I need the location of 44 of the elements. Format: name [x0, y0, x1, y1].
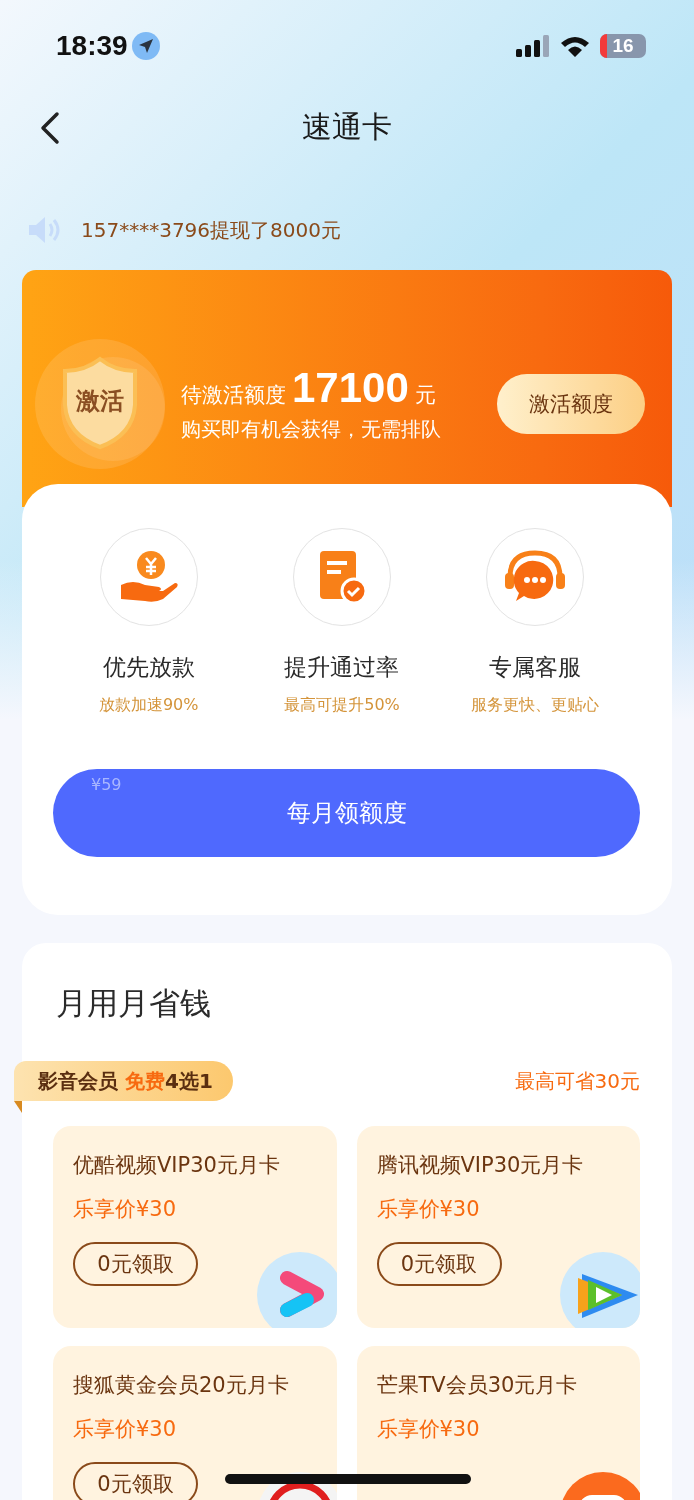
membership-price: 乐享价¥30 [73, 1416, 178, 1443]
ribbon-label: 影音会员 免费4选1 [14, 1061, 233, 1101]
membership-card[interactable]: 优酷视频VIP30元月卡 乐享价¥30 0元领取 [53, 1126, 337, 1328]
status-time: 18:39 [56, 30, 128, 62]
benefit-subtitle: 最高可提升50% [284, 694, 400, 716]
ribbon-fold [14, 1101, 22, 1113]
claim-button[interactable]: 0元领取 [376, 1242, 502, 1286]
claim-button[interactable]: 0元领取 [73, 1242, 198, 1286]
benefit-title: 优先放款 [102, 653, 195, 682]
quota-unit: 元 [414, 382, 436, 409]
monthly-quota-button[interactable]: 每月领额度 ¥59 [53, 769, 640, 857]
play-icon [560, 1252, 640, 1328]
membership-card[interactable]: 芒果TV会员30元月卡 乐享价¥30 [356, 1346, 640, 1500]
promo-subtitle: 购买即有机会获得，无需排队 [181, 416, 442, 443]
signal-icon [516, 35, 550, 57]
play-icon [256, 1252, 337, 1328]
benefit-subtitle: 放款加速90% [98, 694, 199, 716]
benefit-subtitle: 服务更快、更贴心 [471, 694, 600, 716]
membership-name: 优酷视频VIP30元月卡 [73, 1152, 281, 1179]
ticker-text: 157****3796提现了8000元 [81, 216, 341, 244]
benefit-title: 专属客服 [489, 653, 582, 682]
membership-price: 乐享价¥30 [73, 1196, 178, 1223]
money-hand-icon [118, 549, 179, 605]
claim-button[interactable]: 0元领取 [73, 1462, 198, 1500]
wifi-icon [560, 35, 590, 57]
back-icon[interactable] [38, 111, 62, 145]
section-title: 月用月省钱 [56, 984, 212, 1023]
membership-price: 乐享价¥30 [376, 1416, 481, 1443]
location-icon [131, 32, 160, 60]
quota-amount: 17100 [292, 364, 409, 412]
battery-icon: 16 [600, 34, 646, 58]
page-title: 速通卡 [302, 107, 392, 146]
benefit-title: 提升通过率 [284, 653, 400, 682]
membership-card[interactable]: 腾讯视频VIP30元月卡 乐享价¥30 0元领取 [356, 1126, 640, 1328]
membership-name: 腾讯视频VIP30元月卡 [376, 1152, 585, 1179]
membership-card[interactable]: 搜狐黄金会员20元月卡 乐享价¥30 0元领取 [53, 1346, 337, 1500]
membership-name: 搜狐黄金会员20元月卡 [73, 1372, 290, 1399]
activate-button[interactable]: 激活额度 [497, 373, 645, 434]
speaker-icon [27, 215, 61, 245]
shield-badge: 激活 [35, 338, 165, 469]
membership-price: 乐享价¥30 [376, 1196, 481, 1223]
membership-name: 芒果TV会员30元月卡 [376, 1372, 579, 1399]
quota-label: 待激活额度 [181, 382, 286, 409]
savings-note: 最高可省30元 [514, 1067, 640, 1095]
